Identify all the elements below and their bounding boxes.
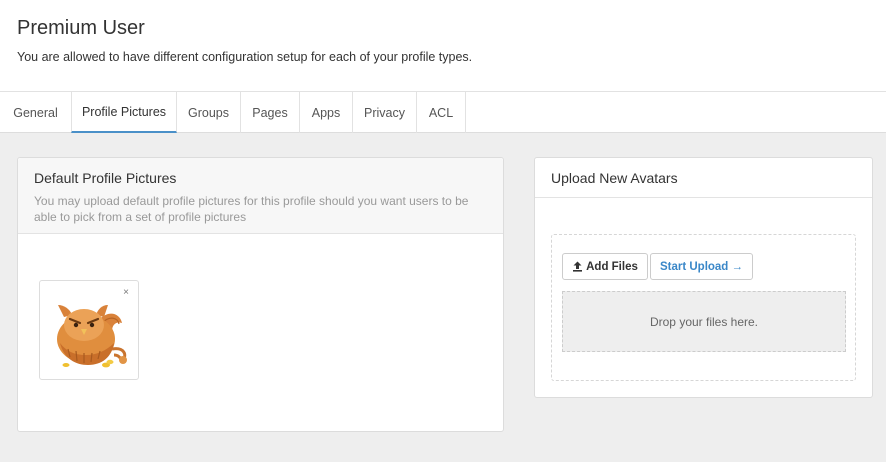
upload-avatars-panel: Upload New Avatars Add Files Start Uploa… xyxy=(534,157,873,398)
page-title: Premium User xyxy=(17,17,145,39)
tab-profile-pictures[interactable]: Profile Pictures xyxy=(71,92,177,133)
upload-avatars-title: Upload New Avatars xyxy=(551,170,678,186)
upload-zone: Add Files Start Upload → Drop your files… xyxy=(551,234,856,381)
add-files-button[interactable]: Add Files xyxy=(562,253,648,280)
tab-bar: General Profile Pictures Groups Pages Ap… xyxy=(0,92,886,133)
default-pictures-panel: Default Profile Pictures You may upload … xyxy=(17,157,504,432)
griffin-mascot-icon xyxy=(57,305,127,368)
avatar-card[interactable]: × xyxy=(39,280,139,380)
tab-apps[interactable]: Apps xyxy=(300,92,353,133)
tab-groups[interactable]: Groups xyxy=(177,92,241,133)
default-pictures-title: Default Profile Pictures xyxy=(34,170,177,186)
start-upload-label: Start Upload → xyxy=(659,260,744,273)
upload-icon xyxy=(573,261,583,272)
default-pictures-header: Default Profile Pictures You may upload … xyxy=(18,158,503,234)
tab-privacy[interactable]: Privacy xyxy=(353,92,417,133)
page-header: Premium User You are allowed to have dif… xyxy=(0,0,886,92)
file-drop-area[interactable]: Drop your files here. xyxy=(562,291,846,352)
start-upload-button[interactable]: Start Upload → xyxy=(650,253,753,280)
drop-files-text: Drop your files here. xyxy=(649,314,759,329)
tab-acl[interactable]: ACL xyxy=(417,92,466,133)
default-pictures-description: You may upload default profile pictures … xyxy=(34,194,469,224)
tab-pages[interactable]: Pages xyxy=(241,92,300,133)
upload-avatars-header: Upload New Avatars xyxy=(535,158,872,198)
page-subtitle: You are allowed to have different config… xyxy=(17,50,473,64)
add-files-label: Add Files xyxy=(586,260,638,273)
tab-general[interactable]: General xyxy=(0,92,72,133)
